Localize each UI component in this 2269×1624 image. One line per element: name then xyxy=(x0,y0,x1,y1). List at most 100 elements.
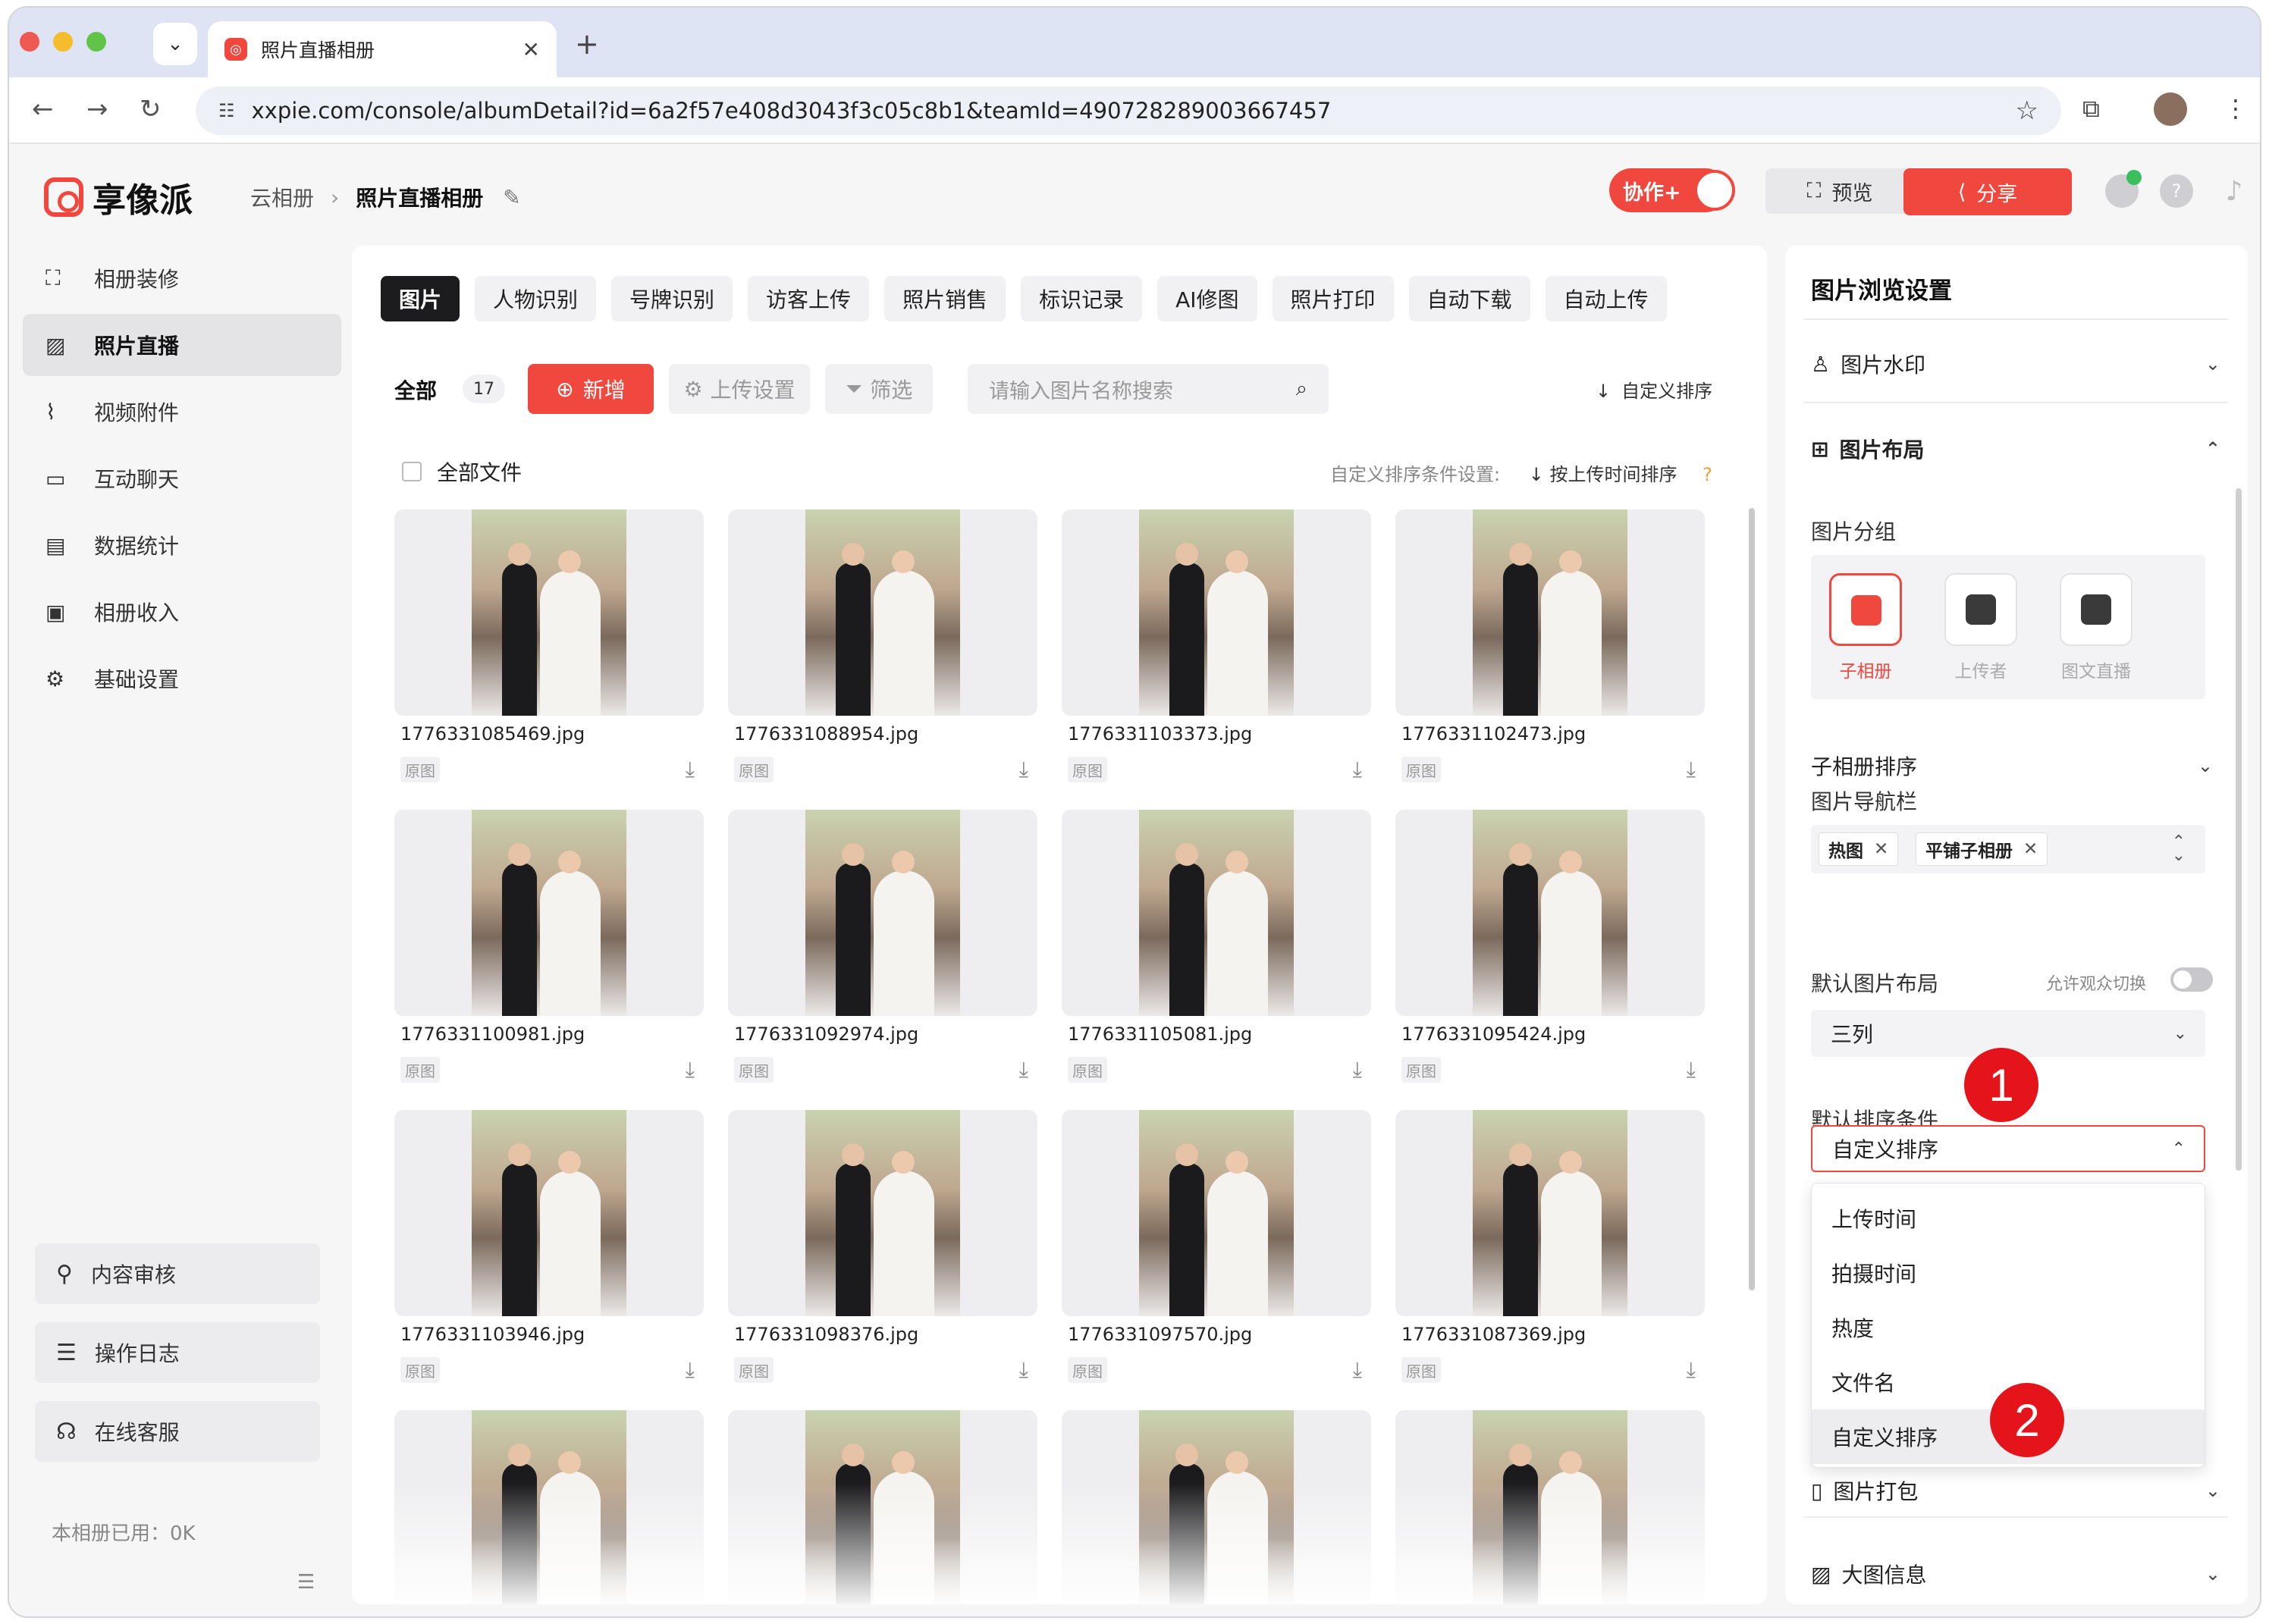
photo-thumbnail[interactable] xyxy=(1395,509,1705,716)
download-icon[interactable]: ⤓ xyxy=(1353,1357,1362,1383)
upload-settings-button[interactable]: ⚙ 上传设置 xyxy=(669,364,810,414)
download-icon[interactable]: ⤓ xyxy=(1019,1057,1028,1083)
download-icon[interactable]: ⤓ xyxy=(1687,1357,1696,1383)
help-circle-icon[interactable]: ? xyxy=(1703,464,1712,485)
panel-scrollbar[interactable] xyxy=(2236,488,2242,1171)
sidebar-item-chat[interactable]: ▭ 互动聊天 xyxy=(23,447,341,509)
photo-thumbnail[interactable] xyxy=(1062,1110,1371,1316)
tab-bib-recognition[interactable]: 号牌识别 xyxy=(611,276,733,321)
group-uploader-option[interactable] xyxy=(1944,573,2017,646)
tab-auto-upload[interactable]: 自动上传 xyxy=(1545,276,1667,321)
download-icon[interactable]: ⤓ xyxy=(1353,1057,1362,1083)
new-tab-button[interactable]: + xyxy=(575,27,599,61)
preview-button[interactable]: ⛶ 预览 xyxy=(1765,168,1914,214)
photo-thumbnail[interactable] xyxy=(1062,509,1371,716)
photo-card[interactable]: 1776331103373.jpg 原图 ⤓ xyxy=(1062,509,1371,790)
select-all-checkbox[interactable]: 全部文件 xyxy=(402,456,522,487)
operation-log-button[interactable]: ☰ 操作日志 xyxy=(35,1322,320,1383)
remove-chip-icon[interactable]: ✕ xyxy=(1874,839,1888,859)
grid-scrollbar[interactable] xyxy=(1749,508,1755,1290)
photo-card[interactable]: 1776331103946.jpg 原图 ⤓ xyxy=(394,1110,704,1390)
watermark-section[interactable]: ♙ 图片水印 ⌄ xyxy=(1811,349,2220,379)
tab-mark-records[interactable]: 标识记录 xyxy=(1021,276,1143,321)
sidebar-item-stats[interactable]: ▤ 数据统计 xyxy=(23,514,341,576)
download-icon[interactable]: ⤓ xyxy=(1687,757,1696,782)
remove-chip-icon[interactable]: ✕ xyxy=(2023,839,2038,859)
photo-card[interactable]: 1776331105081.jpg 原图 ⤓ xyxy=(1062,810,1371,1090)
photo-thumbnail[interactable] xyxy=(1062,810,1371,1016)
download-icon[interactable]: ⤓ xyxy=(686,757,695,782)
photo-card[interactable]: 1776331098376.jpg 原图 ⤓ xyxy=(728,1110,1037,1390)
sidebar-item-income[interactable]: ▣ 相册收入 xyxy=(23,581,341,643)
sidebar-item-decoration[interactable]: ⛶ 相册装修 xyxy=(23,247,341,309)
back-button[interactable]: ← xyxy=(32,94,54,124)
photo-card[interactable]: 1776331102473.jpg 原图 ⤓ xyxy=(1395,509,1705,790)
help-icon[interactable]: ? xyxy=(2160,174,2193,208)
download-icon[interactable]: ⤓ xyxy=(1019,757,1028,782)
add-button[interactable]: ⊕ 新增 xyxy=(528,364,654,414)
search-input[interactable]: 请输入图片名称搜索 ⌕ xyxy=(968,364,1329,414)
photo-card[interactable]: 1776331088954.jpg 原图 ⤓ xyxy=(728,509,1037,790)
big-image-info-section[interactable]: ▨ 大图信息 ⌄ xyxy=(1811,1559,2220,1589)
sort-option-shoot-time[interactable]: 拍摄时间 xyxy=(1812,1246,2205,1300)
team-avatar[interactable] xyxy=(2105,170,2142,208)
default-sort-select[interactable]: 自定义排序 ⌃ xyxy=(1811,1125,2205,1172)
download-icon[interactable]: ⤓ xyxy=(686,1357,695,1383)
maximize-window-button[interactable] xyxy=(86,32,106,52)
sort-option-upload-time[interactable]: 上传时间 xyxy=(1812,1191,2205,1246)
bookmark-star-icon[interactable]: ☆ xyxy=(2016,96,2038,126)
pack-section[interactable]: ▯ 图片打包 ⌄ xyxy=(1811,1475,2220,1506)
tab-ai-retouch[interactable]: AI修图 xyxy=(1157,276,1257,321)
breadcrumb-cloud-album[interactable]: 云相册 xyxy=(250,182,314,212)
navbar-multiselect[interactable]: 热图 ✕ 平铺子相册 ✕ ⌃ ⌄ xyxy=(1811,825,2205,873)
tab-search-button[interactable]: ⌄ xyxy=(153,23,197,65)
collapse-sidebar-icon[interactable]: ☰ xyxy=(297,1571,315,1594)
sidebar-item-settings[interactable]: ⚙ 基础设置 xyxy=(23,647,341,710)
close-tab-icon[interactable]: ✕ xyxy=(523,37,540,62)
tab-face-recognition[interactable]: 人物识别 xyxy=(475,276,597,321)
download-icon[interactable]: ⤓ xyxy=(686,1057,695,1083)
sub-album-sort-section[interactable]: 子相册排序 ⌄ xyxy=(1811,751,2220,781)
download-icon[interactable]: ⤓ xyxy=(1353,757,1362,782)
photo-card[interactable]: 1776331085469.jpg 原图 ⤓ xyxy=(394,509,704,790)
browser-tab[interactable]: ◎ 照片直播相册 ✕ xyxy=(208,21,557,77)
content-review-button[interactable]: ⚲ 内容审核 xyxy=(35,1243,320,1304)
photo-card[interactable]: 1776331095424.jpg 原图 ⤓ xyxy=(1395,810,1705,1090)
tab-auto-download[interactable]: 自动下载 xyxy=(1408,276,1530,321)
download-icon[interactable]: ⤓ xyxy=(1687,1057,1696,1083)
forward-button[interactable]: → xyxy=(86,94,108,124)
sort-setting-value[interactable]: ↓ 按上传时间排序 xyxy=(1529,464,1677,485)
layout-section[interactable]: ⊞ 图片布局 ⌃ xyxy=(1811,434,2220,464)
sidebar-item-video[interactable]: ⌇ 视频附件 xyxy=(23,381,341,443)
allow-switch-toggle[interactable] xyxy=(2170,967,2213,992)
photo-thumbnail[interactable] xyxy=(394,810,704,1016)
brand-logo[interactable]: 享像派 xyxy=(44,173,193,221)
photo-thumbnail[interactable] xyxy=(728,810,1037,1016)
reload-button[interactable]: ↻ xyxy=(140,94,162,124)
bell-icon[interactable]: ♪ xyxy=(2217,174,2251,208)
tab-photo-print[interactable]: 照片打印 xyxy=(1272,276,1394,321)
photo-card[interactable]: 1776331087369.jpg 原图 ⤓ xyxy=(1395,1110,1705,1390)
photo-card[interactable]: 1776331092974.jpg 原图 ⤓ xyxy=(728,810,1037,1090)
photo-card[interactable]: 1776331100981.jpg 原图 ⤓ xyxy=(394,810,704,1090)
photo-thumbnail[interactable] xyxy=(728,509,1037,716)
photo-thumbnail[interactable] xyxy=(394,1110,704,1316)
close-window-button[interactable] xyxy=(20,32,39,52)
minimize-window-button[interactable] xyxy=(53,32,73,52)
tab-visitor-upload[interactable]: 访客上传 xyxy=(748,276,870,321)
filter-button[interactable]: ⏷ 筛选 xyxy=(825,364,933,414)
photo-thumbnail[interactable] xyxy=(728,1110,1037,1316)
tab-photo-sales[interactable]: 照片销售 xyxy=(884,276,1006,321)
more-menu-icon[interactable]: ⋮ xyxy=(2223,94,2248,123)
sort-option-popularity[interactable]: 热度 xyxy=(1812,1300,2205,1355)
all-label[interactable]: 全部 xyxy=(394,375,437,405)
extensions-icon[interactable]: ⧉ xyxy=(2082,94,2100,124)
online-service-button[interactable]: ☊ 在线客服 xyxy=(35,1401,320,1462)
collab-button[interactable]: 协作+ xyxy=(1609,168,1735,212)
download-icon[interactable]: ⤓ xyxy=(1019,1357,1028,1383)
url-field[interactable]: ☷ xxpie.com/console/albumDetail?id=6a2f5… xyxy=(196,86,2061,135)
photo-thumbnail[interactable] xyxy=(1395,810,1705,1016)
photo-thumbnail[interactable] xyxy=(1395,1110,1705,1316)
photo-thumbnail[interactable] xyxy=(394,509,704,716)
sidebar-item-live-photos[interactable]: ▨ 照片直播 xyxy=(23,314,341,376)
